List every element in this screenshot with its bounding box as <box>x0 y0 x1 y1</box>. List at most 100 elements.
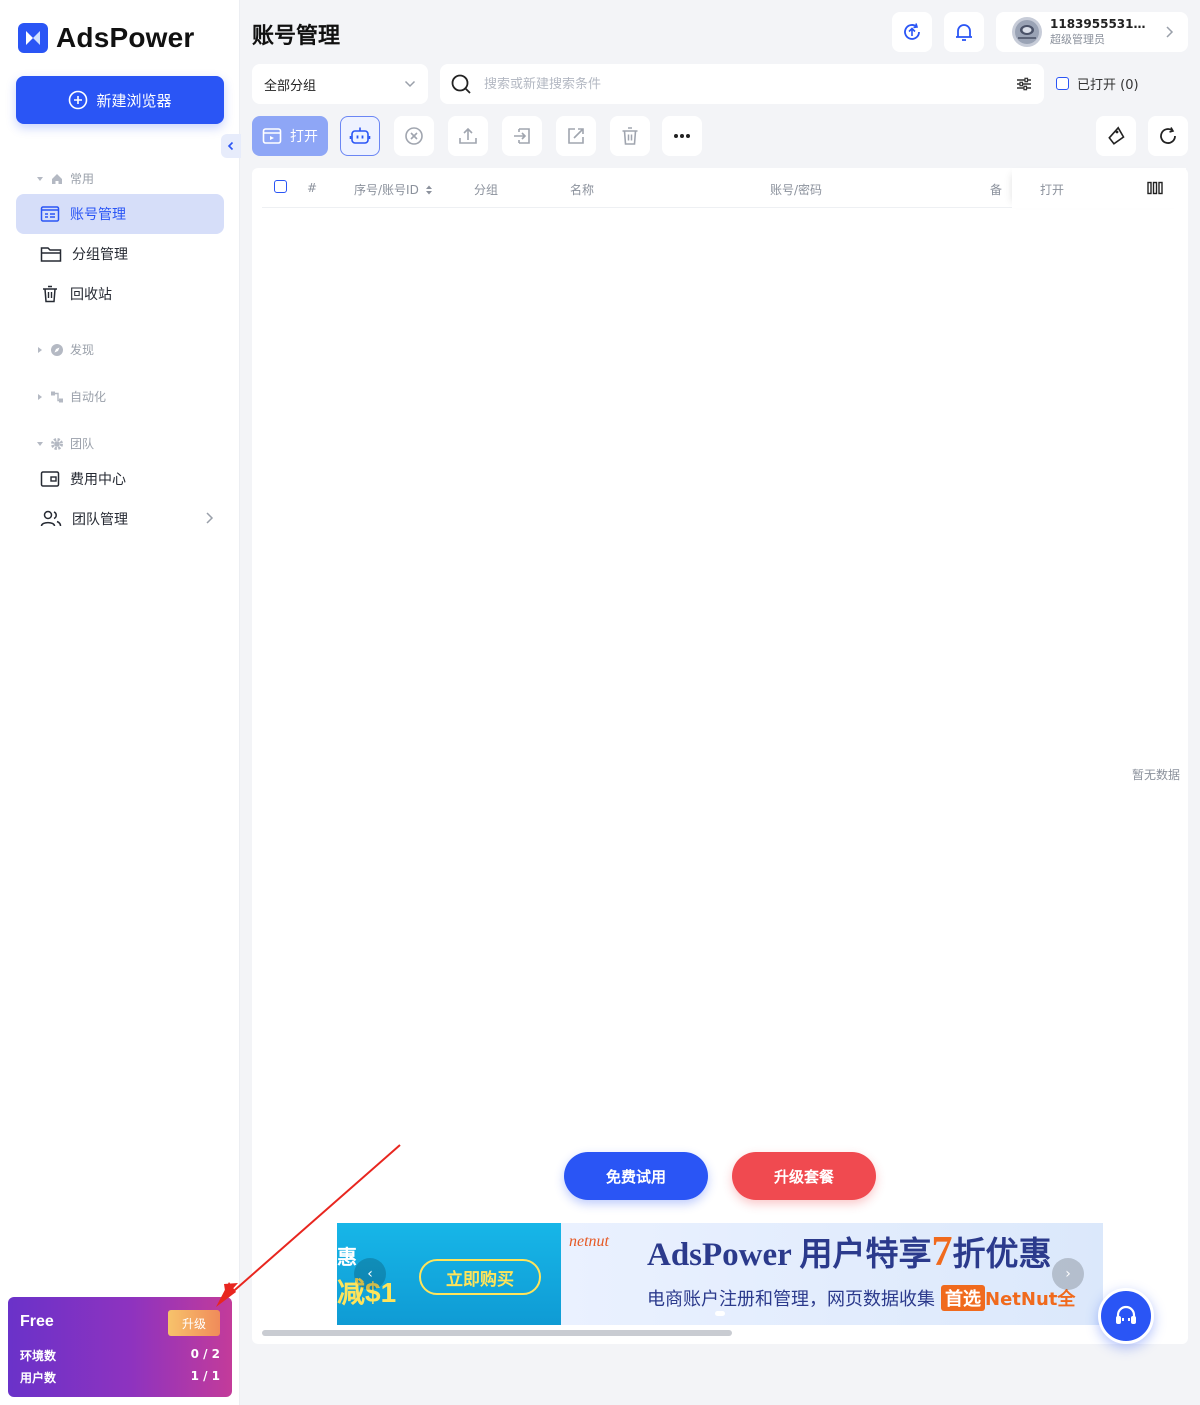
share-icon <box>568 128 584 144</box>
chevron-left-icon <box>227 141 234 151</box>
user-name: 1183955531@... <box>1050 17 1150 31</box>
nav-section-label: 常用 <box>70 172 95 186</box>
users-icon <box>40 510 62 527</box>
promo-banner[interactable]: 惠 减$1 立即购买 netnut AdsPower 用户特享7折优惠 电商账户… <box>337 1223 1103 1325</box>
sidebar: AdsPower 新建浏览器 常用 账号管理 分组管理 回收站 发现 自动化 团… <box>0 0 241 1405</box>
customer-support-button[interactable] <box>1098 1288 1154 1344</box>
sync-upload-icon <box>904 23 920 40</box>
carousel-next-button[interactable]: › <box>1052 1258 1084 1290</box>
carousel-prev-button[interactable]: ‹ <box>354 1258 386 1290</box>
sidebar-item-groups[interactable]: 分组管理 <box>16 234 224 274</box>
upgrade-plan-button[interactable]: 升级 <box>168 1310 220 1336</box>
nav-section-discover[interactable]: 发现 <box>36 341 94 358</box>
sticky-action-column: 打开 <box>1012 168 1186 208</box>
new-browser-button[interactable]: 新建浏览器 <box>16 76 224 124</box>
folder-icon <box>40 247 62 262</box>
close-circle-icon <box>405 127 423 145</box>
nav-section-common[interactable]: 常用 <box>36 170 94 187</box>
sidebar-item-account[interactable]: 账号管理 <box>16 194 224 234</box>
column-header-id-label: 序号/账号ID <box>354 183 419 197</box>
wallet-icon <box>40 471 60 487</box>
rpa-robot-button[interactable] <box>340 116 380 156</box>
trash-icon <box>622 127 638 145</box>
plan-env-row: 环境数 0 / 2 <box>20 1347 220 1364</box>
astronaut-avatar-icon <box>1015 20 1039 44</box>
headset-icon <box>1116 1305 1136 1324</box>
sync-button[interactable] <box>892 12 932 52</box>
new-browser-label: 新建浏览器 <box>96 91 172 110</box>
column-header-remark: 备 <box>990 183 1003 197</box>
plan-user-row: 用户数 1 / 1 <box>20 1369 220 1386</box>
caret-down-icon <box>37 441 43 446</box>
page-title: 账号管理 <box>252 24 341 49</box>
chevron-right-icon <box>206 512 214 524</box>
plan-user-label: 用户数 <box>20 1371 57 1385</box>
column-header-id[interactable]: 序号/账号ID <box>354 181 433 198</box>
chevron-right-icon <box>1166 26 1174 38</box>
trash-icon <box>43 285 57 303</box>
column-header-group: 分组 <box>474 183 499 197</box>
carousel-indicator[interactable] <box>715 1311 725 1316</box>
nav-section-automation[interactable]: 自动化 <box>36 388 106 405</box>
adspower-logo-icon <box>18 23 48 53</box>
column-settings-icon[interactable] <box>1147 181 1163 195</box>
account-table: # 序号/账号ID 分组 名称 账号/密码 备 打开 暂无数据 免费试用 升级套… <box>252 168 1188 1344</box>
share-button[interactable] <box>556 116 596 156</box>
bell-icon <box>956 24 972 41</box>
compass-icon <box>51 343 63 356</box>
home-icon <box>52 173 62 184</box>
plan-name: Free <box>20 1313 54 1330</box>
logo[interactable]: AdsPower <box>18 22 195 54</box>
refresh-button[interactable] <box>1148 116 1188 156</box>
promo-title: AdsPower 用户特享7折优惠 <box>647 1229 1052 1275</box>
open-browser-button[interactable]: 打开 <box>252 116 328 156</box>
user-menu[interactable]: 1183955531@... 超级管理员 <box>996 12 1188 52</box>
group-select[interactable]: 全部分组 <box>252 64 428 104</box>
column-header-index: # <box>307 181 318 195</box>
nav-section-label: 自动化 <box>70 390 107 404</box>
tag-button[interactable] <box>1096 116 1136 156</box>
chevron-down-icon <box>404 80 416 88</box>
sort-icon <box>425 185 432 194</box>
select-all-checkbox[interactable] <box>274 180 287 193</box>
upload-button[interactable] <box>448 116 488 156</box>
sidebar-item-label: 账号管理 <box>70 207 126 223</box>
open-button-label: 打开 <box>290 129 318 145</box>
free-trial-button[interactable]: 免费试用 <box>564 1152 708 1200</box>
sidebar-item-team-management[interactable]: 团队管理 <box>16 499 224 539</box>
logo-text: AdsPower <box>56 22 195 53</box>
promo-buy-now-button[interactable]: 立即购买 <box>419 1259 541 1295</box>
opened-label: 已打开 (0) <box>1077 78 1139 93</box>
empty-state-text: 暂无数据 <box>1132 768 1181 782</box>
horizontal-scrollbar[interactable] <box>262 1330 732 1336</box>
user-role: 超级管理员 <box>1050 33 1105 46</box>
more-actions-button[interactable] <box>662 116 702 156</box>
delete-button[interactable] <box>610 116 650 156</box>
table-header: # 序号/账号ID 分组 名称 账号/密码 备 打开 <box>262 168 1186 208</box>
sidebar-item-label: 分组管理 <box>72 247 128 263</box>
account-list-icon <box>40 206 60 222</box>
group-select-value: 全部分组 <box>264 78 317 94</box>
notification-button[interactable] <box>944 12 984 52</box>
filter-settings-icon[interactable] <box>1016 76 1032 92</box>
sidebar-item-trash[interactable]: 回收站 <box>16 274 224 314</box>
import-icon <box>514 128 530 144</box>
sidebar-item-label: 费用中心 <box>70 472 126 488</box>
collapse-sidebar-button[interactable] <box>221 134 241 158</box>
column-header-name: 名称 <box>570 183 595 197</box>
sidebar-item-billing[interactable]: 费用中心 <box>16 459 224 499</box>
search-input[interactable] <box>484 76 984 92</box>
nav-section-team[interactable]: 团队 <box>36 435 94 452</box>
search-box[interactable] <box>440 64 1044 104</box>
upgrade-package-button[interactable]: 升级套餐 <box>732 1152 876 1200</box>
plan-user-value: 1 / 1 <box>190 1369 220 1383</box>
close-browser-button[interactable] <box>394 116 434 156</box>
opened-checkbox[interactable] <box>1056 77 1069 90</box>
opened-filter-toggle[interactable]: 已打开 (0) <box>1056 74 1139 93</box>
upload-icon <box>459 127 477 144</box>
nav-section-label: 发现 <box>70 343 95 357</box>
move-to-group-button[interactable] <box>502 116 542 156</box>
nav-section-label: 团队 <box>70 437 95 451</box>
promo-left-text: 惠 <box>337 1245 357 1269</box>
promo-banner-slide-current: netnut AdsPower 用户特享7折优惠 电商账户注册和管理，网页数据收… <box>561 1223 1103 1325</box>
